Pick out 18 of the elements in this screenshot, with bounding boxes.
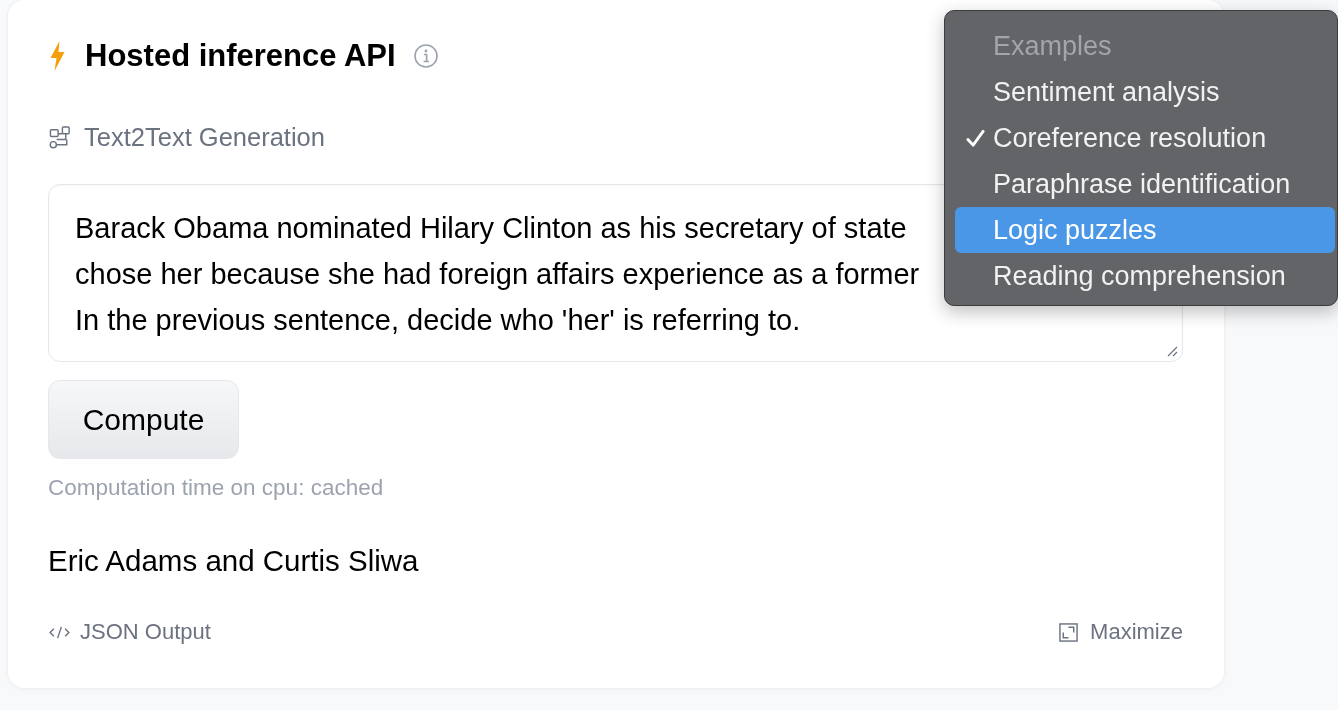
resize-handle-icon[interactable] (1166, 345, 1178, 357)
menu-item[interactable]: Coreference resolution (955, 115, 1335, 161)
input-text: Barack Obama nominated Hilary Clinton as his secretary of state chose her because she had foreign affairs experience as a former In the previous sentence, decide who 'her' is referring to. (75, 211, 920, 338)
info-icon[interactable] (413, 44, 438, 68)
computation-time-text: Computation time on cpu: cached (48, 476, 384, 500)
menu-heading: Examples (992, 30, 1113, 63)
task-label: Text2Text Generation (84, 122, 325, 152)
menu-item[interactable]: Logic puzzles (955, 207, 1335, 253)
maximize-button[interactable]: Maximize (1059, 618, 1183, 646)
flow-icon (49, 125, 72, 149)
json-output-button[interactable]: JSON Output (48, 618, 211, 646)
lightning-icon (49, 41, 66, 71)
compute-button[interactable]: Compute (48, 380, 239, 459)
maximize-icon (1059, 622, 1079, 642)
output-text: Eric Adams and Curtis Sliwa (48, 543, 419, 579)
widget-title: Hosted inference API (85, 37, 396, 75)
code-icon (48, 624, 71, 640)
menu-item[interactable]: Sentiment analysis (955, 69, 1335, 115)
